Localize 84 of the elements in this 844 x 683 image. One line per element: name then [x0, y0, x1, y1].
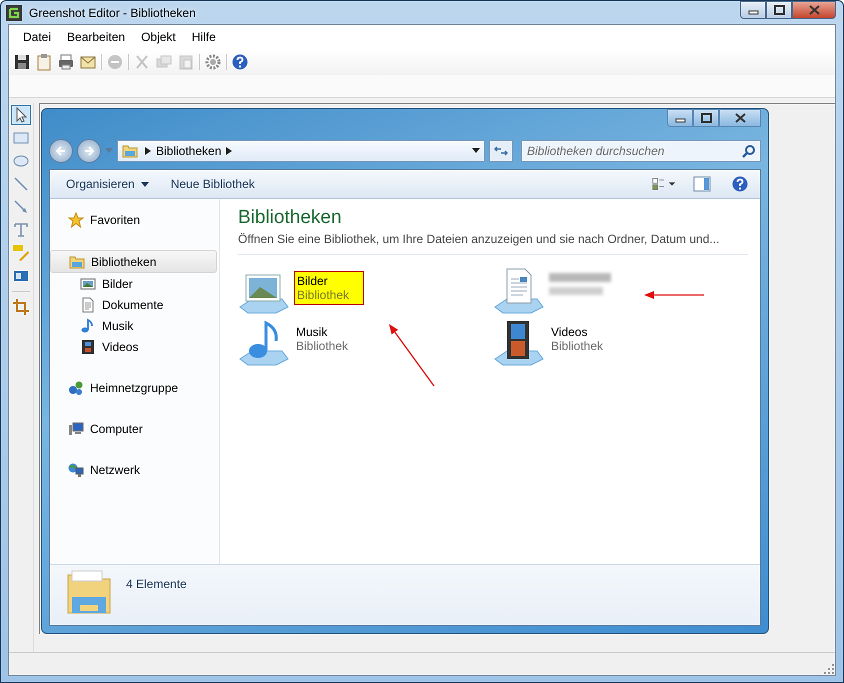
maximize-button[interactable] — [693, 109, 719, 127]
window-title: Greenshot Editor - Bibliotheken — [29, 6, 196, 20]
menu-item[interactable]: Datei — [15, 28, 60, 46]
search-field[interactable]: Bibliotheken durchsuchen — [521, 140, 761, 162]
nav-item[interactable]: Favoriten — [50, 209, 217, 230]
annotation-arrow — [644, 291, 704, 299]
maximize-icon — [700, 113, 712, 123]
nav-item[interactable]: Bilder — [50, 273, 217, 294]
nav-item[interactable]: Computer — [50, 418, 217, 439]
left-arrow-icon — [55, 145, 67, 157]
menu-item[interactable]: Hilfe — [184, 28, 224, 46]
pane-icon — [693, 176, 711, 192]
annotation-arrow — [389, 324, 435, 386]
menu-item[interactable]: Bearbeiten — [59, 28, 134, 46]
homegroup-icon — [68, 380, 84, 396]
library-type: Bibliothek — [297, 288, 350, 302]
network-icon — [68, 462, 84, 478]
refresh-button[interactable] — [489, 140, 513, 162]
library-name: Bilder — [297, 274, 329, 288]
command-button[interactable]: Neue Bibliothek — [162, 174, 263, 194]
breadcrumb-arrow-icon[interactable] — [145, 147, 151, 155]
document-icon — [80, 296, 96, 312]
close-button[interactable] — [719, 109, 761, 127]
folder-icon — [122, 143, 140, 159]
nav-item[interactable]: Dokumente — [50, 294, 217, 315]
documents-library-icon — [493, 267, 545, 315]
gear-icon[interactable] — [204, 53, 222, 71]
refresh-icon — [494, 145, 508, 157]
videos-library-icon — [493, 319, 545, 367]
command-button[interactable]: Organisieren — [58, 174, 157, 194]
library-name: Videos — [551, 325, 588, 339]
address-bar[interactable]: Bibliotheken — [117, 140, 485, 162]
music-library-icon — [238, 319, 290, 367]
search-icon — [742, 144, 756, 158]
close-icon — [734, 113, 746, 123]
back-button[interactable] — [49, 139, 73, 163]
library-type: Bibliothek — [551, 339, 604, 353]
picture-icon — [80, 276, 96, 292]
library-type: Bibliothek — [296, 339, 348, 353]
printer-icon[interactable] — [57, 53, 75, 71]
breadcrumb-item[interactable]: Bibliotheken — [156, 144, 222, 158]
arrow-icon — [12, 198, 30, 216]
crop-icon — [12, 298, 30, 316]
music-note-icon — [80, 318, 96, 334]
line-icon — [12, 175, 30, 193]
close-icon — [808, 5, 820, 15]
item-count: 4 Elemente — [126, 577, 187, 591]
help-icon[interactable] — [231, 53, 249, 71]
crop-tool[interactable] — [11, 297, 31, 317]
minimize-button[interactable] — [667, 109, 693, 127]
close-button[interactable] — [792, 1, 836, 19]
forward-button[interactable] — [77, 139, 101, 163]
nav-item[interactable]: Bibliotheken — [50, 250, 217, 273]
text-icon — [12, 221, 30, 239]
nav-item[interactable]: Musik — [50, 315, 217, 336]
film-strip-icon — [80, 338, 96, 354]
nav-item[interactable]: Netzwerk — [50, 459, 217, 480]
breadcrumb-arrow-icon[interactable] — [226, 147, 232, 155]
resize-grip-icon[interactable] — [823, 663, 835, 675]
right-arrow-icon — [83, 145, 95, 157]
cursor-tool[interactable] — [11, 105, 31, 125]
library-item[interactable]: Musik Bibliothek — [238, 319, 493, 367]
library-item[interactable]: Bilder Bibliothek — [238, 267, 493, 315]
app-logo-icon — [5, 4, 23, 22]
nav-item[interactable]: Heimnetzgruppe — [50, 377, 217, 398]
dropdown-caret-icon[interactable] — [472, 148, 480, 154]
library-item[interactable]: Videos Bibliothek — [493, 319, 748, 367]
menu-item[interactable]: Objekt — [133, 28, 184, 46]
library-name: Musik — [296, 325, 328, 339]
library-folder-icon — [66, 569, 112, 615]
clipboard-icon[interactable] — [35, 53, 53, 71]
library-title: Bibliotheken — [238, 207, 343, 229]
nav-item[interactable]: Videos — [50, 336, 217, 357]
minimize-button[interactable] — [740, 1, 766, 19]
help-icon — [731, 175, 749, 193]
view-list-icon — [652, 176, 676, 192]
computer-icon — [68, 420, 84, 436]
library-description: Öffnen Sie eine Bibliothek, um Ihre Dateien anzuzeigen und sie nach Ordner, Datum und... — [238, 232, 748, 255]
maximize-button[interactable] — [766, 1, 792, 19]
text-tool[interactable] — [11, 220, 31, 240]
highlighter-icon — [12, 244, 30, 262]
folder-icon — [69, 254, 85, 270]
maximize-icon — [772, 5, 786, 15]
star-icon — [68, 212, 84, 228]
